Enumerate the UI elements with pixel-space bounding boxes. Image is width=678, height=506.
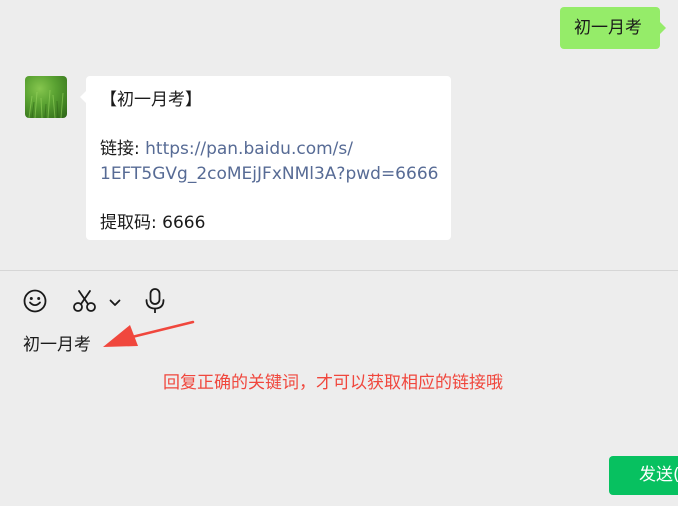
sent-message-bubble[interactable]: 初一月考 (560, 7, 666, 49)
received-message-bubble[interactable]: 【初一月考】 链接: https://pan.baidu.com/s/ 1EFT… (80, 76, 451, 240)
link-url-part2[interactable]: 1EFT5GVg_2coMEjJFxNMl3A?pwd=6666 (100, 162, 438, 187)
annotation-text: 回复正确的关键词，才可以获取相应的链接哦 (163, 373, 503, 393)
extraction-code: 提取码: 6666 (100, 212, 206, 233)
chevron-down-icon[interactable] (108, 294, 122, 313)
contact-avatar[interactable] (25, 76, 67, 118)
message-title: 【初一月考】 (100, 90, 202, 110)
emoji-icon[interactable] (22, 288, 48, 318)
message-link-line: 链接: https://pan.baidu.com/s/ (100, 137, 437, 162)
link-url-part1[interactable]: https://pan.baidu.com/s/ (145, 139, 353, 159)
scissors-icon[interactable] (71, 288, 99, 318)
link-label: 链接: (100, 139, 146, 159)
chat-history: 初一月考 【初一月考】 链接: https://pan.baidu.com/s/… (0, 0, 678, 270)
arrow-icon (100, 315, 200, 359)
send-button[interactable]: 发送(S) (609, 456, 678, 495)
message-input-text[interactable]: 初一月考 (23, 333, 91, 357)
sent-message-text: 初一月考 (574, 18, 642, 38)
